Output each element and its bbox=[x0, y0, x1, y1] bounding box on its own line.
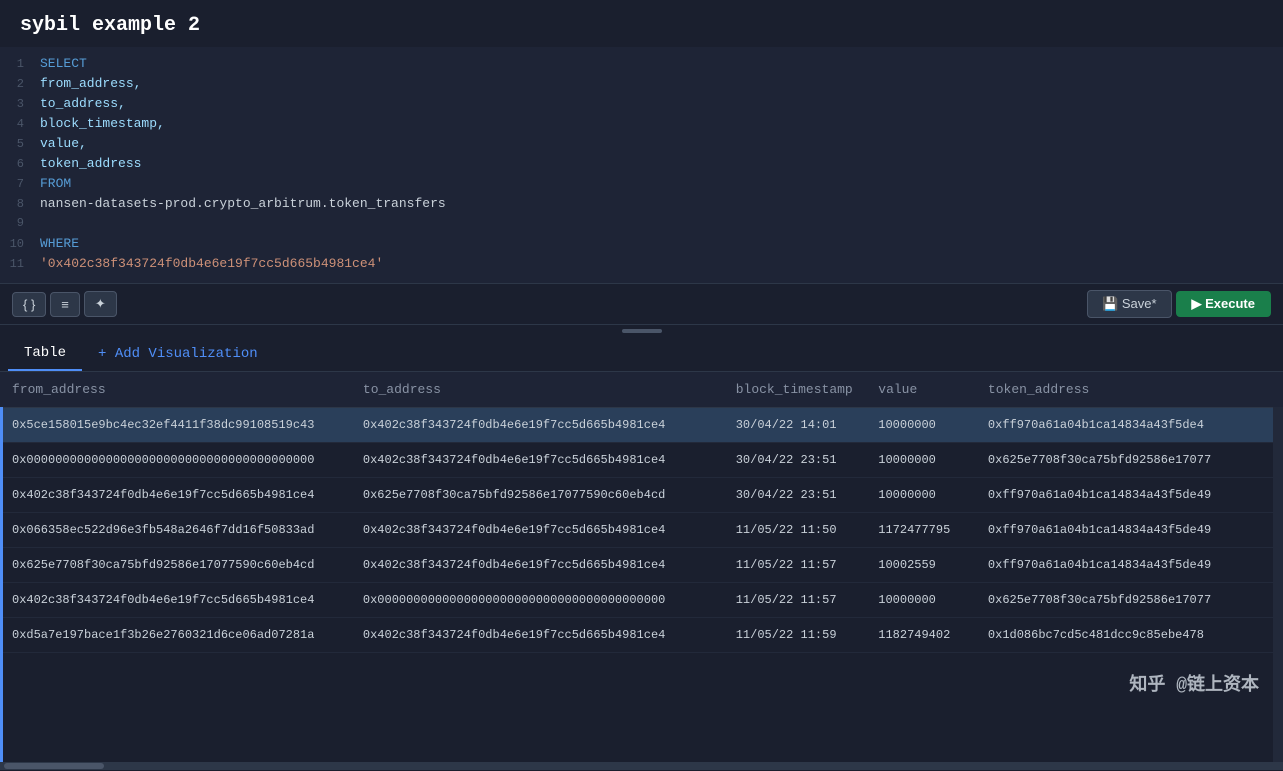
cell-row3-col3: 1172477795 bbox=[866, 513, 976, 548]
cell-row1-col0: 0x00000000000000000000000000000000000000… bbox=[0, 443, 351, 478]
list-icon: ≡ bbox=[61, 297, 69, 312]
cell-row0-col1: 0x402c38f343724f0db4e6e19f7cc5d665b4981c… bbox=[351, 408, 724, 443]
code-line-6: 6 token_address bbox=[0, 155, 1283, 175]
cell-row4-col4: 0xff970a61a04b1ca14834a43f5de49 bbox=[976, 548, 1283, 583]
results-table: from_address to_address block_timestamp … bbox=[0, 372, 1283, 653]
cell-row6-col3: 1182749402 bbox=[866, 618, 976, 653]
table-row[interactable]: 0x00000000000000000000000000000000000000… bbox=[0, 443, 1283, 478]
col-header-to: to_address bbox=[351, 372, 724, 408]
table-row[interactable]: 0x402c38f343724f0db4e6e19f7cc5d665b4981c… bbox=[0, 583, 1283, 618]
table-container[interactable]: from_address to_address block_timestamp … bbox=[0, 372, 1283, 762]
cell-row2-col1: 0x625e7708f30ca75bfd92586e17077590c60eb4… bbox=[351, 478, 724, 513]
execute-button[interactable]: ▶ Execute bbox=[1176, 291, 1271, 317]
code-line-11: 11 '0x402c38f343724f0db4e6e19f7cc5d665b4… bbox=[0, 255, 1283, 275]
table-row[interactable]: 0x402c38f343724f0db4e6e19f7cc5d665b4981c… bbox=[0, 478, 1283, 513]
table-row[interactable]: 0x066358ec522d96e3fb548a2646f7dd16f50833… bbox=[0, 513, 1283, 548]
cell-row1-col1: 0x402c38f343724f0db4e6e19f7cc5d665b4981c… bbox=[351, 443, 724, 478]
page-title: sybil example 2 bbox=[0, 0, 1283, 47]
cell-row4-col1: 0x402c38f343724f0db4e6e19f7cc5d665b4981c… bbox=[351, 548, 724, 583]
results-panel: Table + Add Visualization from_address t… bbox=[0, 337, 1283, 770]
code-line-1: 1 SELECT bbox=[0, 55, 1283, 75]
cell-row0-col0: 0x5ce158015e9bc4ec32ef4411f38dc99108519c… bbox=[0, 408, 351, 443]
cell-row6-col0: 0xd5a7e197bace1f3b26e2760321d6ce06ad0728… bbox=[0, 618, 351, 653]
tab-bar: Table + Add Visualization bbox=[0, 337, 1283, 372]
cell-row1-col4: 0x625e7708f30ca75bfd92586e17077 bbox=[976, 443, 1283, 478]
col-header-ts: block_timestamp bbox=[724, 372, 867, 408]
code-line-9: 9 bbox=[0, 215, 1283, 235]
code-line-8: 8 nansen-datasets-prod.crypto_arbitrum.t… bbox=[0, 195, 1283, 215]
cell-row5-col1: 0x00000000000000000000000000000000000000… bbox=[351, 583, 724, 618]
cell-row1-col2: 30/04/22 23:51 bbox=[724, 443, 867, 478]
table-row[interactable]: 0xd5a7e197bace1f3b26e2760321d6ce06ad0728… bbox=[0, 618, 1283, 653]
cell-row4-col3: 10002559 bbox=[866, 548, 976, 583]
cell-row0-col4: 0xff970a61a04b1ca14834a43f5de4 bbox=[976, 408, 1283, 443]
cell-row6-col1: 0x402c38f343724f0db4e6e19f7cc5d665b4981c… bbox=[351, 618, 724, 653]
add-visualization-button[interactable]: + Add Visualization bbox=[86, 338, 270, 370]
save-button[interactable]: 💾 Save* bbox=[1087, 290, 1172, 318]
table-row[interactable]: 0x5ce158015e9bc4ec32ef4411f38dc99108519c… bbox=[0, 408, 1283, 443]
code-editor: 1 SELECT 2 from_address, 3 to_address, 4… bbox=[0, 47, 1283, 283]
cell-row3-col1: 0x402c38f343724f0db4e6e19f7cc5d665b4981c… bbox=[351, 513, 724, 548]
drag-handle[interactable] bbox=[0, 325, 1283, 337]
col-header-value: value bbox=[866, 372, 976, 408]
scroll-thumb bbox=[4, 763, 104, 769]
col-header-from: from_address bbox=[0, 372, 351, 408]
cell-row3-col0: 0x066358ec522d96e3fb548a2646f7dd16f50833… bbox=[0, 513, 351, 548]
cell-row3-col2: 11/05/22 11:50 bbox=[724, 513, 867, 548]
cell-row4-col2: 11/05/22 11:57 bbox=[724, 548, 867, 583]
code-line-2: 2 from_address, bbox=[0, 75, 1283, 95]
save-icon: 💾 bbox=[1102, 296, 1122, 311]
col-header-token: token_address bbox=[976, 372, 1283, 408]
table-row[interactable]: 0x625e7708f30ca75bfd92586e17077590c60eb4… bbox=[0, 548, 1283, 583]
horizontal-scrollbar[interactable] bbox=[0, 762, 1283, 770]
cell-row0-col2: 30/04/22 14:01 bbox=[724, 408, 867, 443]
cell-row2-col4: 0xff970a61a04b1ca14834a43f5de49 bbox=[976, 478, 1283, 513]
toolbar: { } ≡ ✦ 💾 Save* ▶ Execute bbox=[0, 283, 1283, 325]
json-icon: { } bbox=[23, 297, 35, 312]
code-line-7: 7 FROM bbox=[0, 175, 1283, 195]
cell-row4-col0: 0x625e7708f30ca75bfd92586e17077590c60eb4… bbox=[0, 548, 351, 583]
code-line-5: 5 value, bbox=[0, 135, 1283, 155]
cell-row6-col2: 11/05/22 11:59 bbox=[724, 618, 867, 653]
cell-row5-col0: 0x402c38f343724f0db4e6e19f7cc5d665b4981c… bbox=[0, 583, 351, 618]
star-btn[interactable]: ✦ bbox=[84, 291, 117, 317]
cell-row2-col3: 10000000 bbox=[866, 478, 976, 513]
code-line-3: 3 to_address, bbox=[0, 95, 1283, 115]
list-btn[interactable]: ≡ bbox=[50, 292, 80, 317]
cell-row5-col4: 0x625e7708f30ca75bfd92586e17077 bbox=[976, 583, 1283, 618]
cell-row2-col2: 30/04/22 23:51 bbox=[724, 478, 867, 513]
code-line-10: 10 WHERE bbox=[0, 235, 1283, 255]
scrollbar-right[interactable] bbox=[1273, 372, 1283, 762]
tab-table[interactable]: Table bbox=[8, 337, 82, 371]
cell-row2-col0: 0x402c38f343724f0db4e6e19f7cc5d665b4981c… bbox=[0, 478, 351, 513]
cell-row5-col2: 11/05/22 11:57 bbox=[724, 583, 867, 618]
code-line-4: 4 block_timestamp, bbox=[0, 115, 1283, 135]
drag-handle-bar bbox=[622, 329, 662, 333]
left-accent bbox=[0, 372, 3, 762]
star-icon: ✦ bbox=[95, 296, 106, 312]
cell-row3-col4: 0xff970a61a04b1ca14834a43f5de49 bbox=[976, 513, 1283, 548]
cell-row6-col4: 0x1d086bc7cd5c481dcc9c85ebe478 bbox=[976, 618, 1283, 653]
cell-row0-col3: 10000000 bbox=[866, 408, 976, 443]
json-btn[interactable]: { } bbox=[12, 292, 46, 317]
cell-row5-col3: 10000000 bbox=[866, 583, 976, 618]
cell-row1-col3: 10000000 bbox=[866, 443, 976, 478]
